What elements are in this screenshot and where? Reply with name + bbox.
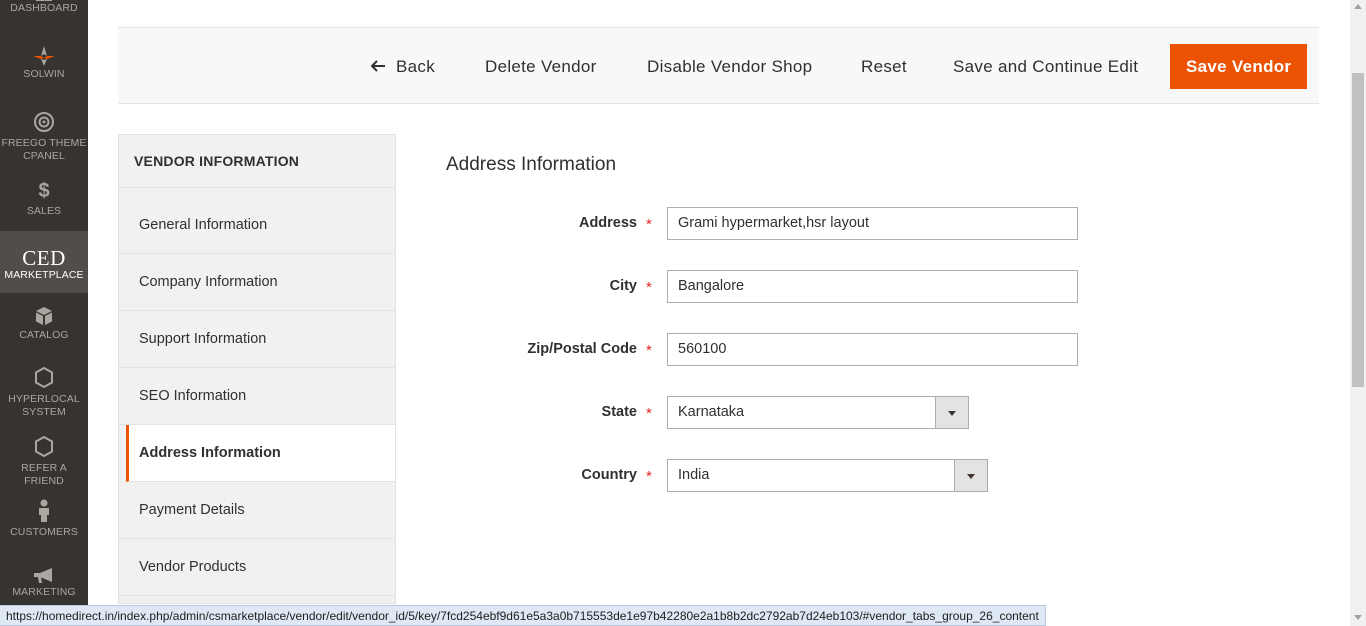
menu-label-solwin: SOLWIN bbox=[23, 68, 65, 80]
country-select[interactable]: India bbox=[667, 459, 988, 492]
required-asterisk: * bbox=[646, 405, 652, 422]
fieldset-title: Address Information bbox=[446, 154, 617, 175]
tab-address-information[interactable]: Address Information bbox=[126, 425, 395, 482]
state-label: State bbox=[601, 404, 637, 420]
tab-payment-details[interactable]: Payment Details bbox=[119, 482, 395, 539]
target-icon bbox=[34, 112, 54, 132]
address-label: Address bbox=[578, 215, 637, 231]
disable-vendor-shop-button[interactable]: Disable Vendor Shop bbox=[647, 44, 812, 89]
state-select-value: Karnataka bbox=[678, 404, 745, 420]
menu-item-freego-theme-cpanel[interactable]: FREEGO THEME CPANEL bbox=[0, 110, 88, 168]
tab-support-information[interactable]: Support Information bbox=[119, 311, 395, 368]
menu-label-hyperlocal-line1: HYPERLOCAL bbox=[8, 393, 80, 405]
menu-label-refer-line1: REFER A bbox=[21, 462, 67, 474]
save-vendor-button[interactable]: Save Vendor bbox=[1170, 44, 1308, 89]
tabs-title: VENDOR INFORMATION bbox=[119, 135, 395, 188]
menu-label-freego-line1: FREEGO THEME bbox=[1, 137, 87, 149]
country-select-value: India bbox=[678, 467, 710, 483]
ced-logo-icon: CED bbox=[22, 246, 66, 270]
menu-item-hyperlocal-system[interactable]: HYPERLOCAL SYSTEM bbox=[0, 366, 88, 418]
page-header-strip bbox=[88, 0, 1350, 26]
hexagon-icon bbox=[35, 366, 53, 389]
dollar-icon: $ bbox=[38, 180, 50, 202]
solwin-logo-icon bbox=[33, 46, 55, 66]
city-label: City bbox=[609, 278, 637, 294]
admin-menu: DASHBOARD SOLWIN FREEGO THEME CPANEL $ S… bbox=[0, 0, 88, 626]
hexagon-icon bbox=[35, 435, 53, 458]
menu-label-catalog: CATALOG bbox=[19, 329, 69, 341]
back-button[interactable]: Back bbox=[370, 44, 435, 89]
tab-company-information[interactable]: Company Information bbox=[119, 254, 395, 311]
menu-label-customers: CUSTOMERS bbox=[10, 526, 78, 538]
menu-item-solwin[interactable]: SOLWIN bbox=[0, 44, 88, 92]
state-select[interactable]: Karnataka bbox=[667, 396, 969, 429]
tab-general-information[interactable]: General Information bbox=[119, 197, 395, 254]
menu-item-catalog[interactable]: CATALOG bbox=[0, 305, 88, 347]
back-label: Back bbox=[396, 57, 435, 76]
menu-item-dashboard[interactable]: DASHBOARD bbox=[0, 0, 88, 28]
cube-icon bbox=[36, 307, 52, 325]
required-asterisk: * bbox=[646, 342, 652, 359]
menu-item-customers[interactable]: CUSTOMERS bbox=[0, 499, 88, 541]
page-scrollbar[interactable] bbox=[1350, 0, 1366, 626]
menu-label-refer-line2: FRIEND bbox=[24, 475, 64, 487]
menu-label-hyperlocal-line2: SYSTEM bbox=[22, 406, 66, 418]
save-and-continue-button[interactable]: Save and Continue Edit bbox=[953, 44, 1138, 89]
megaphone-icon bbox=[34, 568, 52, 583]
menu-label-dashboard: DASHBOARD bbox=[10, 2, 78, 14]
scroll-down-icon[interactable] bbox=[1354, 615, 1362, 620]
reset-button[interactable]: Reset bbox=[861, 44, 907, 89]
required-asterisk: * bbox=[646, 468, 652, 485]
arrow-left-icon bbox=[370, 60, 385, 72]
required-asterisk: * bbox=[646, 279, 652, 296]
vendor-tabs: VENDOR INFORMATION General Information C… bbox=[118, 134, 396, 604]
person-icon bbox=[39, 499, 49, 522]
status-bar-url: https://homedirect.in/index.php/admin/cs… bbox=[0, 605, 1046, 626]
zip-input[interactable]: 560100 bbox=[667, 333, 1078, 366]
tab-vendor-products[interactable]: Vendor Products bbox=[119, 539, 395, 596]
tab-seo-information[interactable]: SEO Information bbox=[119, 368, 395, 425]
menu-item-marketplace[interactable]: CED MARKETPLACE bbox=[0, 231, 88, 293]
required-asterisk: * bbox=[646, 216, 652, 233]
menu-label-marketplace: MARKETPLACE bbox=[4, 269, 84, 281]
zip-label: Zip/Postal Code bbox=[527, 341, 637, 357]
menu-item-refer-a-friend[interactable]: REFER A FRIEND bbox=[0, 435, 88, 487]
chevron-down-icon[interactable] bbox=[935, 397, 968, 428]
menu-item-marketing[interactable]: MARKETING bbox=[0, 566, 88, 606]
menu-label-sales: SALES bbox=[26, 205, 62, 217]
menu-label-freego-line2: CPANEL bbox=[23, 150, 65, 162]
menu-label-marketing: MARKETING bbox=[12, 586, 76, 598]
scroll-up-icon[interactable] bbox=[1354, 4, 1362, 9]
address-input[interactable]: Grami hypermarket,hsr layout bbox=[667, 207, 1078, 240]
menu-item-sales[interactable]: $ SALES bbox=[0, 180, 88, 222]
page-actions-bar: Back Delete Vendor Disable Vendor Shop R… bbox=[118, 27, 1319, 104]
country-label: Country bbox=[581, 467, 637, 483]
chevron-down-icon[interactable] bbox=[954, 460, 987, 491]
city-input[interactable]: Bangalore bbox=[667, 270, 1078, 303]
delete-vendor-button[interactable]: Delete Vendor bbox=[485, 44, 597, 89]
scrollbar-thumb[interactable] bbox=[1352, 73, 1364, 387]
